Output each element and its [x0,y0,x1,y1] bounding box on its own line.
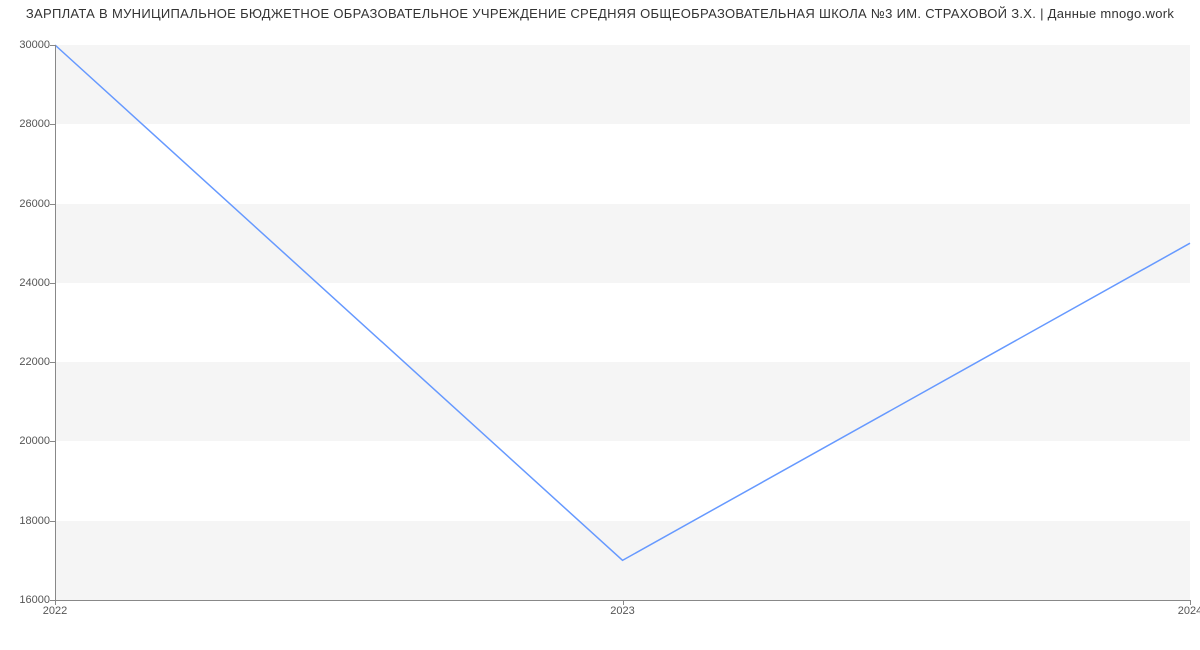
x-tick-label: 2024 [1178,605,1200,617]
x-axis-line [55,600,1190,601]
y-tick-label: 26000 [10,198,50,210]
y-axis-line [55,45,56,600]
plot-area [55,45,1190,600]
chart-title: ЗАРПЛАТА В МУНИЦИПАЛЬНОЕ БЮДЖЕТНОЕ ОБРАЗ… [0,6,1200,21]
y-tick-label: 30000 [10,39,50,51]
y-tick-label: 28000 [10,118,50,130]
line-layer [55,45,1190,600]
series-line [55,45,1190,560]
y-tick-label: 24000 [10,277,50,289]
x-tick-mark [1190,600,1191,605]
y-tick-label: 20000 [10,435,50,447]
x-tick-label: 2023 [610,605,634,617]
y-tick-label: 18000 [10,515,50,527]
x-tick-label: 2022 [43,605,67,617]
y-tick-label: 22000 [10,356,50,368]
